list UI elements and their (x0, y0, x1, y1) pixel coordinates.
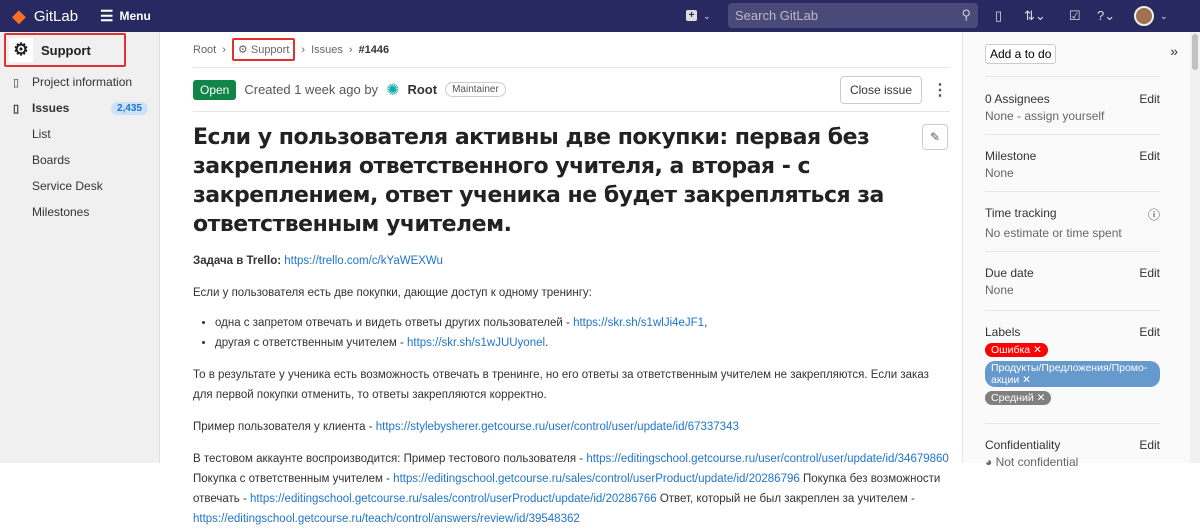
confidentiality-block: Confidentiality Edit ◕ Not confidential (985, 423, 1160, 469)
info-icon: ▯ (13, 76, 20, 89)
merge-requests-icon[interactable]: ⇅⌄ (1024, 8, 1046, 24)
link[interactable]: https://editingschool.getcourse.ru/sales… (393, 473, 800, 485)
edit-labels[interactable]: Edit (1139, 325, 1160, 339)
link[interactable]: https://editingschool.getcourse.ru/sales… (250, 493, 657, 505)
issues-icon[interactable]: ▯ (995, 8, 1002, 24)
help-icon[interactable]: ?⌄ (1097, 8, 1115, 24)
edit-milestone[interactable]: Edit (1139, 149, 1160, 163)
edit-title-button[interactable]: ✎ (922, 124, 948, 150)
assignees-block: 0 Assignees Edit None - assign yourself (985, 76, 1160, 123)
link[interactable]: https://editingschool.getcourse.ru/user/… (586, 453, 949, 465)
link[interactable]: https://editingschool.getcourse.ru/teach… (193, 513, 580, 525)
search-input[interactable]: Search GitLab ⚲ (728, 3, 978, 28)
user-avatar[interactable] (1134, 6, 1154, 26)
remove-icon[interactable]: ✕ (1037, 392, 1046, 404)
gitlab-logo[interactable]: ◆ GitLab (12, 6, 78, 27)
issue-description: Задача в Trello: https://trello.com/c/kY… (193, 251, 950, 529)
labels-block: Labels Edit Ошибка ✕ Продукты/Предложения… (985, 310, 1160, 405)
issues-icon: ▯ (13, 102, 20, 115)
remove-icon[interactable]: ✕ (1033, 344, 1042, 356)
remove-icon[interactable]: ✕ (1022, 374, 1031, 386)
right-sidebar: Add a to do » 0 Assignees Edit None - assi… (962, 32, 1190, 469)
milestone-block: Milestone Edit None (985, 134, 1160, 180)
time-tracking-block: Time tracking ⓘ No estimate or time spent (985, 191, 1160, 240)
eye-icon: ◕ (985, 455, 993, 469)
link[interactable]: https://skr.sh/s1wlJi4eJF1 (573, 317, 704, 329)
issues-count-badge: 2,435 (110, 101, 148, 115)
support-project-icon: ⚙ (9, 38, 33, 62)
due-date-block: Due date Edit None (985, 251, 1160, 297)
edit-due-date[interactable]: Edit (1139, 266, 1160, 280)
status-badge: Open (193, 79, 237, 100)
project-link[interactable]: ⚙ Support (4, 33, 126, 67)
scrollbar[interactable] (1190, 32, 1200, 463)
label-chip[interactable]: Средний ✕ (985, 391, 1052, 405)
link[interactable]: https://skr.sh/s1wJUUyonel (407, 337, 545, 349)
top-bar: ◆ GitLab ☰ Menu + ⌄ Search GitLab ⚲ ▯ ⇅⌄ ☑ … (0, 0, 1200, 32)
more-actions-icon[interactable]: ⋮ (930, 80, 950, 100)
sidebar-item-boards[interactable]: Boards (0, 147, 160, 173)
sidebar-item-list[interactable]: List (0, 121, 160, 147)
tanuki-icon: ◆ (12, 5, 26, 26)
created-text: Created 1 week ago by (244, 82, 379, 97)
author-avatar[interactable]: ✺ (386, 80, 399, 100)
sidebar-item-project-information[interactable]: ▯ Project information (0, 69, 160, 95)
author-link[interactable]: Root (407, 82, 437, 97)
breadcrumb-issues[interactable]: Issues (311, 44, 343, 56)
pencil-icon: ✎ (929, 130, 941, 144)
sidebar-item-service-desk[interactable]: Service Desk (0, 173, 160, 199)
sidebar-item-issues[interactable]: ▯ Issues 2,435 (0, 95, 160, 121)
label-chip[interactable]: Ошибка ✕ (985, 343, 1048, 357)
breadcrumb: Root › ⚙ Support › Issues › #1446 (193, 32, 950, 68)
help-icon[interactable]: ⓘ (1148, 206, 1160, 223)
issue-title: Если у пользователя активны две покупки:… (193, 125, 884, 237)
trello-link[interactable]: https://trello.com/c/kYaWEXWu (284, 255, 443, 267)
close-issue-button[interactable]: Close issue (839, 75, 922, 104)
project-sidebar: ⚙ Support ▯ Project information ▯ Issues 2,4… (0, 32, 160, 463)
issue-main: Root › ⚙ Support › Issues › #1446 Open Crea… (193, 32, 950, 529)
list-item: одна с запретом отвечать и видеть ответы… (215, 313, 950, 333)
add-todo-button[interactable]: Add a to do (985, 44, 1057, 64)
support-project-icon: ⚙ (237, 44, 248, 56)
label-chip[interactable]: Продукты/Предложения/Промо-акции ✕ (985, 361, 1160, 387)
chevron-down-icon: ⌄ (703, 11, 711, 21)
todo-icon[interactable]: ☑ (1069, 8, 1081, 24)
collapse-sidebar-icon[interactable]: » (1170, 43, 1178, 59)
breadcrumb-root[interactable]: Root (193, 44, 216, 56)
edit-confidentiality[interactable]: Edit (1139, 438, 1160, 452)
chevron-down-icon: ⌄ (1160, 11, 1168, 21)
edit-assignees[interactable]: Edit (1139, 92, 1160, 106)
role-badge: Maintainer (445, 82, 506, 97)
menu-button[interactable]: ☰ Menu (100, 7, 151, 25)
breadcrumb-support[interactable]: ⚙ Support (231, 38, 296, 61)
link[interactable]: https://stylebysherer.getcourse.ru/user/… (376, 421, 739, 433)
list-item: другая с ответственным учителем - https:… (215, 333, 950, 353)
new-dropdown-icon[interactable]: + (686, 10, 697, 21)
issue-header: Open Created 1 week ago by ✺ Root Mainta… (193, 68, 950, 112)
search-icon: ⚲ (961, 7, 971, 22)
hamburger-icon: ☰ (100, 8, 114, 25)
sidebar-item-milestones[interactable]: Milestones (0, 199, 160, 225)
breadcrumb-issue-id[interactable]: #1446 (359, 44, 390, 56)
